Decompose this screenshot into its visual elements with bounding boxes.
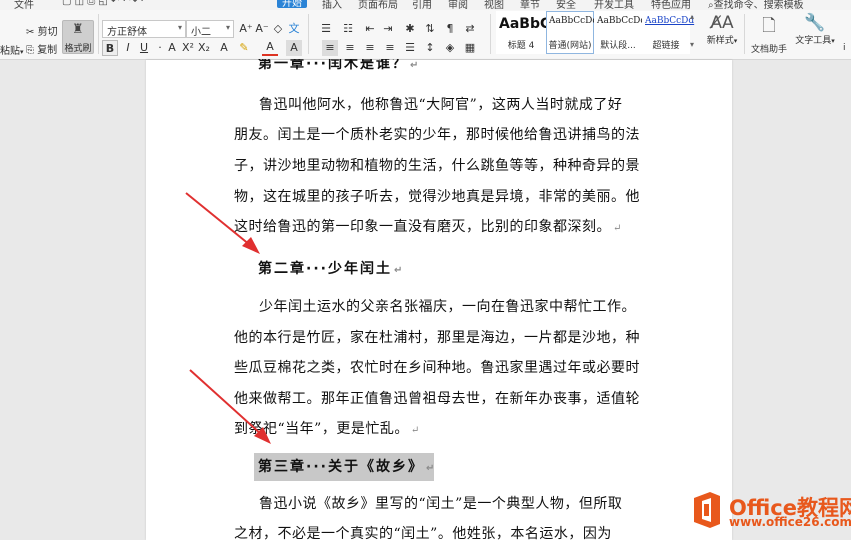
office-logo-icon bbox=[694, 492, 720, 528]
arrow-to-chapter2 bbox=[185, 192, 260, 254]
annotation-arrows bbox=[185, 192, 271, 444]
arrow-to-chapter3 bbox=[189, 369, 271, 444]
watermark-url: www.office26.com bbox=[729, 515, 851, 529]
